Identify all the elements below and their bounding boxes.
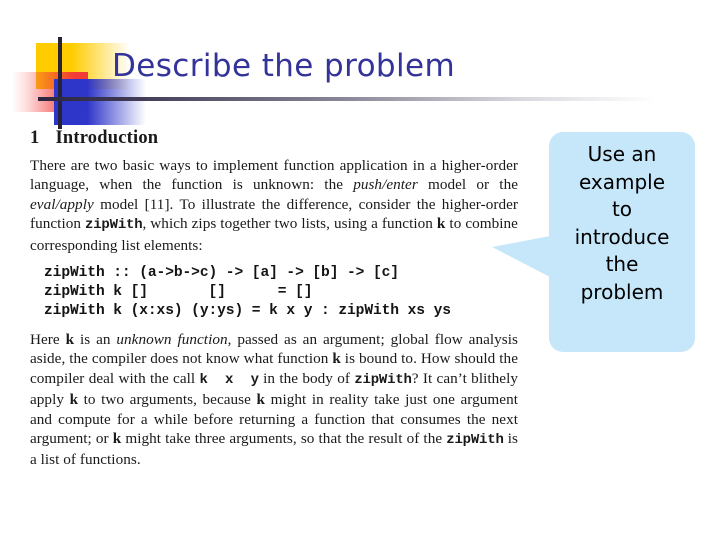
blue-square-decoration: [54, 79, 146, 125]
callout-text-line: to: [611, 197, 633, 221]
paper-code-block: zipWith :: (a->b->c) -> [a] -> [b] -> [c…: [44, 265, 451, 320]
paper-paragraph-1: There are two basic ways to implement fu…: [30, 157, 518, 254]
callout-balloon[interactable]: Use an example to introduce the problem: [492, 132, 695, 352]
vertical-bar-decoration: [58, 37, 62, 129]
callout-text-line: example: [578, 169, 666, 194]
paper-excerpt-image: 1 Introduction There are two basic ways t…: [30, 128, 518, 470]
callout-text-line: problem: [580, 279, 664, 304]
paper-paragraph-2: Here k is an unknown function, passed as…: [30, 331, 519, 469]
callout-text-line: Use an: [587, 142, 657, 166]
title-divider-rule: [38, 97, 710, 101]
callout-text-line: introduce: [574, 224, 670, 249]
slide-title-area: Describe the problem: [0, 0, 720, 130]
callout-text: Use an example to introduce the problem: [549, 132, 695, 352]
paper-section-number: 1: [30, 128, 40, 148]
callout-text-line: the: [605, 252, 639, 276]
callout-balloon-tail: [492, 236, 550, 277]
page-title: Describe the problem: [112, 48, 456, 84]
paper-section-title: Introduction: [55, 128, 159, 148]
paper-section-heading: 1 Introduction: [30, 128, 518, 149]
